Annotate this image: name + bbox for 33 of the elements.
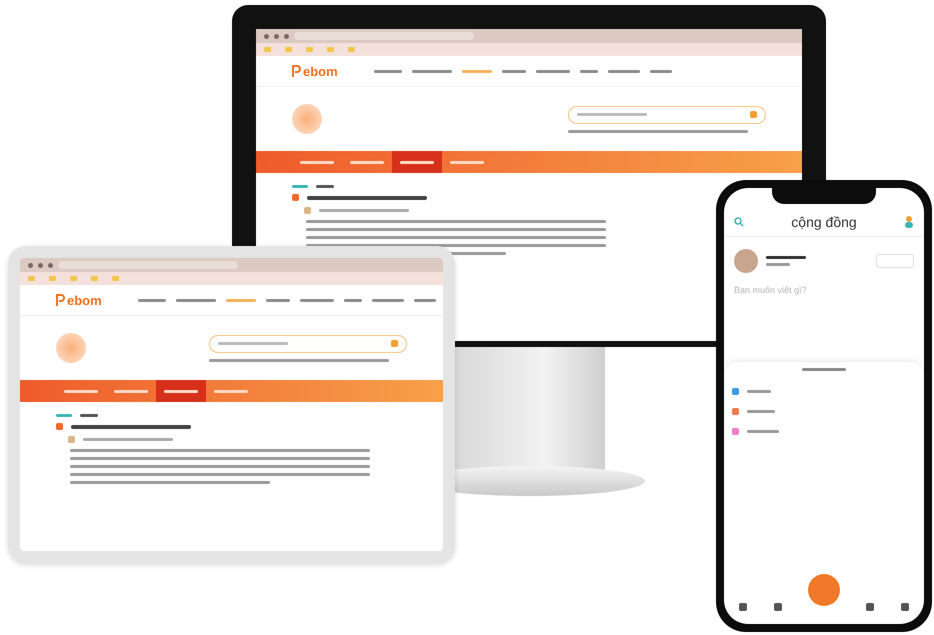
site-logo[interactable]: ebom [292, 64, 338, 78]
content-tab[interactable] [316, 185, 334, 188]
screen-title: cộng đồng [791, 214, 857, 230]
content-tab[interactable] [292, 185, 308, 188]
site-logo[interactable]: ebom [56, 292, 102, 308]
home-button[interactable] [808, 574, 840, 606]
logo-icon [292, 64, 302, 78]
attachment-icon [732, 388, 739, 395]
mascot-icon [56, 333, 86, 363]
attachment-icon [732, 428, 739, 435]
tab-icon [738, 602, 748, 612]
mascot-icon [292, 104, 322, 134]
author-avatar [304, 207, 311, 214]
logo-icon [56, 294, 66, 306]
search-field[interactable] [568, 106, 766, 124]
attachment-option[interactable] [747, 410, 775, 413]
search-field[interactable] [209, 334, 407, 352]
attachment-icon [732, 408, 739, 415]
category-tab[interactable] [392, 151, 442, 173]
content-tab[interactable] [56, 414, 72, 417]
content-tab[interactable] [80, 414, 98, 417]
tab-icon [773, 602, 783, 612]
category-tab[interactable] [156, 380, 206, 402]
avatar [734, 249, 758, 273]
search-icon [734, 217, 744, 227]
attachment-option[interactable] [747, 390, 771, 393]
tab-icon [865, 602, 875, 612]
attachment-option[interactable] [747, 430, 779, 433]
author-avatar [68, 436, 75, 443]
person-icon [904, 216, 914, 228]
audience-dropdown[interactable] [876, 254, 914, 268]
post-input-field[interactable]: Bạn muốn viết gì? [724, 279, 924, 301]
tab-icon [900, 602, 910, 612]
